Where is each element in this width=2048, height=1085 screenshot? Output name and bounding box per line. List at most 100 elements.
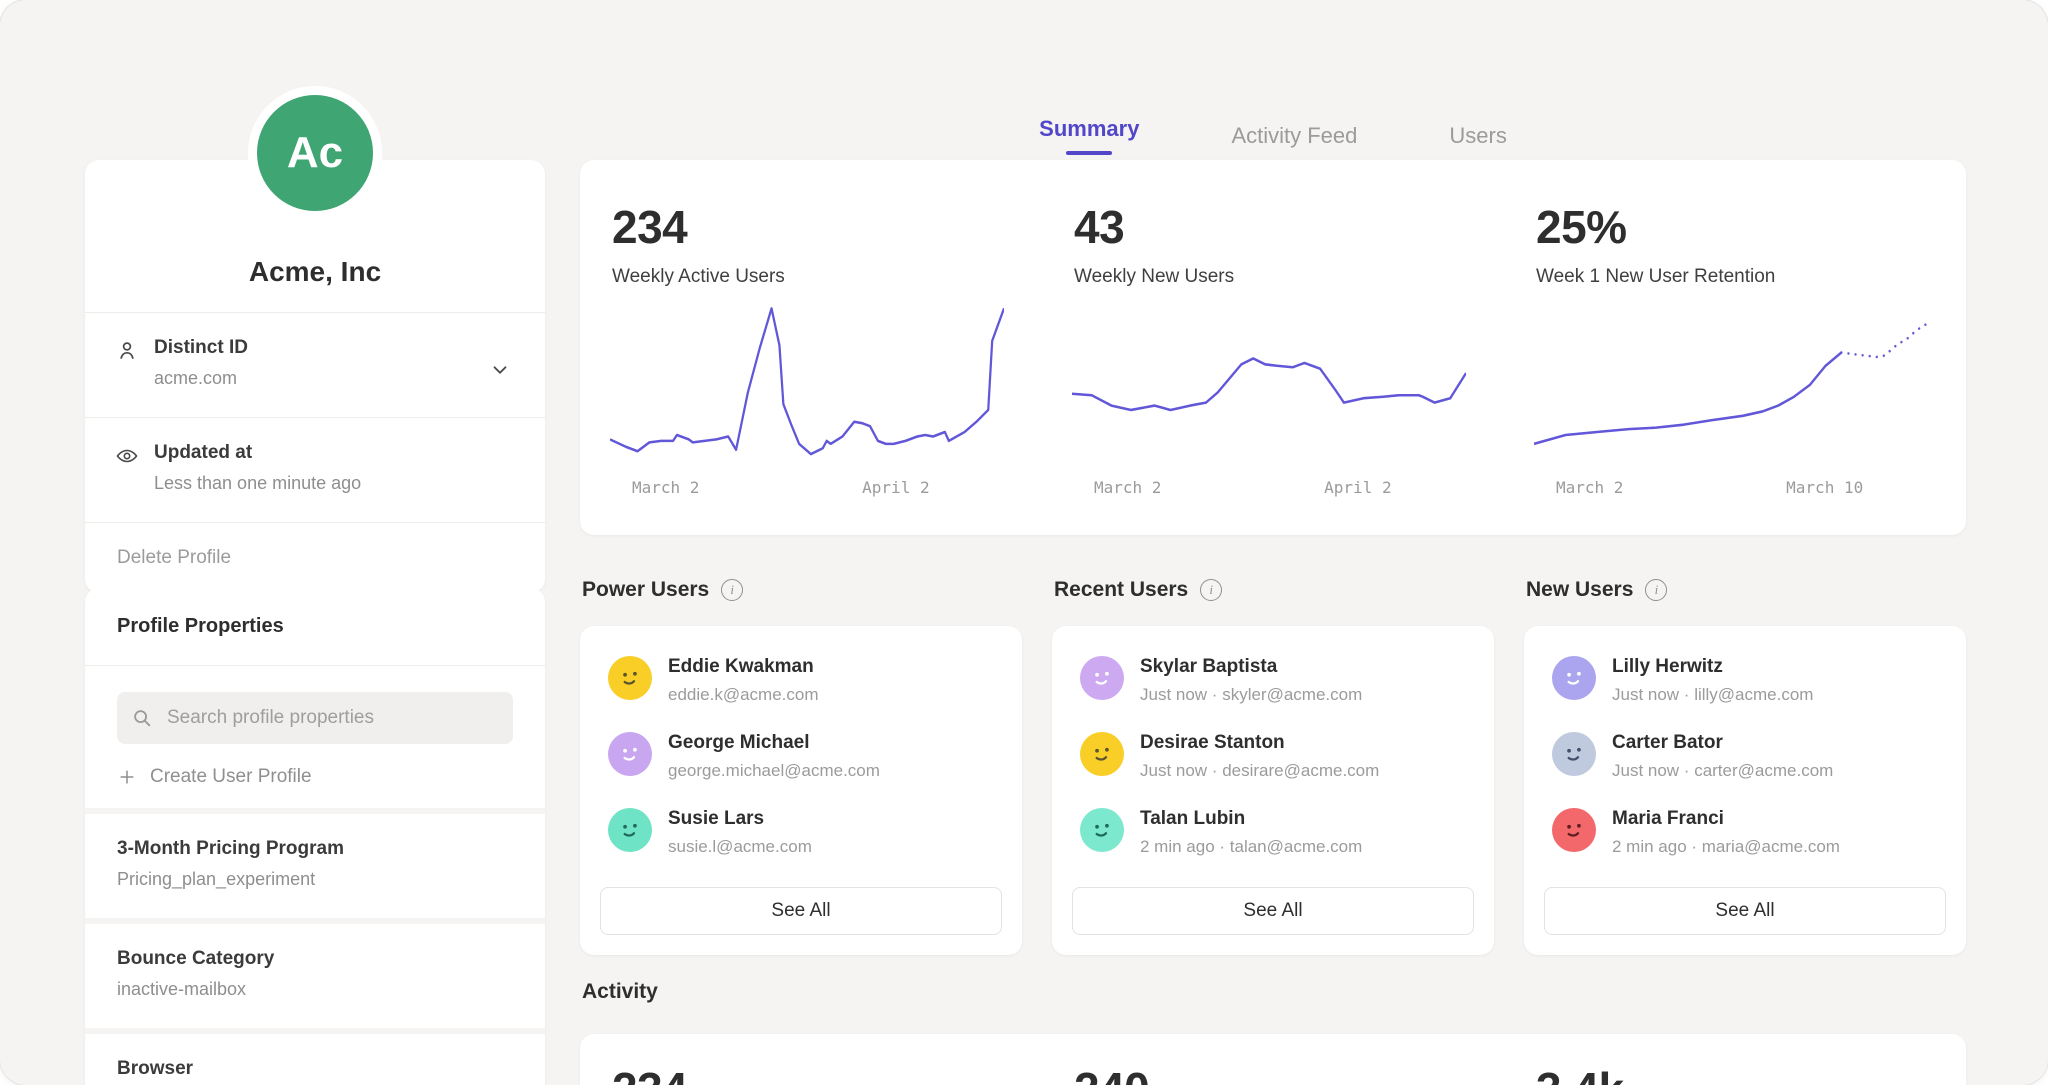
- company-avatar: Ac: [257, 95, 373, 211]
- axis-label-left: March 2: [1094, 478, 1161, 497]
- user-avatar: [1552, 732, 1596, 776]
- sparkline-chart: [1072, 302, 1466, 462]
- property-item[interactable]: 3-Month Pricing Program Pricing_plan_exp…: [85, 808, 545, 918]
- list-item[interactable]: George Michael george.michael@acme.com: [600, 732, 1002, 808]
- summary-stats-card: 234 Weekly Active Users March 2 April 2 …: [580, 160, 1966, 535]
- section-title: New Users: [1526, 578, 1633, 602]
- search-profile-properties[interactable]: [117, 692, 513, 744]
- chart-axis: March 2 April 2: [610, 478, 1004, 500]
- property-value: inactive-mailbox: [117, 979, 513, 1000]
- tab-activity-feed[interactable]: Activity Feed: [1231, 116, 1357, 155]
- list-item[interactable]: Eddie Kwakman eddie.k@acme.com: [600, 656, 1002, 732]
- info-icon[interactable]: i: [1200, 579, 1222, 601]
- see-all-button[interactable]: See All: [600, 887, 1002, 935]
- chart-axis: March 2 March 10: [1534, 478, 1928, 500]
- user-name[interactable]: George Michael: [668, 732, 880, 754]
- user-name[interactable]: Carter Bator: [1612, 732, 1833, 754]
- axis-label-right: April 2: [1324, 478, 1391, 497]
- tab-summary[interactable]: Summary: [1039, 116, 1139, 155]
- user-name[interactable]: Lilly Herwitz: [1612, 656, 1813, 678]
- create-user-profile-button[interactable]: Create User Profile: [117, 766, 513, 788]
- chevron-down-icon[interactable]: [489, 359, 511, 381]
- create-user-profile-label: Create User Profile: [150, 766, 312, 788]
- user-name[interactable]: Susie Lars: [668, 808, 812, 830]
- user-card: Skylar Baptista Just now · skyler@acme.c…: [1052, 626, 1494, 955]
- activity-stat-value: 234: [612, 1062, 1010, 1085]
- list-item[interactable]: Maria Franci 2 min ago · maria@acme.com: [1544, 808, 1946, 884]
- user-avatar: [608, 732, 652, 776]
- field-row-distinct-id: Distinct ID acme.com: [85, 312, 545, 417]
- stat-weekly-new-users: 43 Weekly New Users March 2 April 2: [1042, 160, 1504, 535]
- profile-card: Acme, Inc Distinct ID acme.com Updated a…: [85, 160, 545, 593]
- activity-stat-value: 3.4k: [1536, 1062, 1934, 1085]
- plus-icon: [117, 767, 137, 787]
- user-name[interactable]: Eddie Kwakman: [668, 656, 819, 678]
- user-meta: Just now · skyler@acme.com: [1140, 685, 1362, 705]
- user-meta: Just now · lilly@acme.com: [1612, 685, 1813, 705]
- user-meta: george.michael@acme.com: [668, 761, 880, 781]
- activity-title: Activity: [582, 980, 658, 1004]
- user-avatar: [1080, 732, 1124, 776]
- property-item[interactable]: Bounce Category inactive-mailbox: [85, 918, 545, 1028]
- stat-label: Week 1 New User Retention: [1536, 266, 1934, 288]
- user-avatar: [608, 808, 652, 852]
- stat-value: 25%: [1536, 200, 1934, 254]
- profile-properties-title: Profile Properties: [85, 588, 545, 666]
- search-icon: [131, 707, 153, 729]
- person-icon: [115, 339, 139, 363]
- stat-label: Weekly New Users: [1074, 266, 1472, 288]
- user-name[interactable]: Maria Franci: [1612, 808, 1840, 830]
- stat-week1-retention: 25% Week 1 New User Retention March 2 Ma…: [1504, 160, 1966, 535]
- app-window: Ac Acme, Inc Distinct ID acme.com: [0, 0, 2048, 1085]
- field-label: Updated at: [154, 442, 513, 464]
- user-meta: 2 min ago · maria@acme.com: [1612, 837, 1840, 857]
- new-users-section: New Users i Lilly Herwitz Just now · lil…: [1524, 578, 1966, 955]
- list-item[interactable]: Desirae Stanton Just now · desirare@acme…: [1072, 732, 1474, 808]
- list-item[interactable]: Carter Bator Just now · carter@acme.com: [1544, 732, 1946, 808]
- list-item[interactable]: Skylar Baptista Just now · skyler@acme.c…: [1072, 656, 1474, 732]
- power-users-section: Power Users i Eddie Kwakman eddie.k@acme…: [580, 578, 1022, 955]
- recent-users-section: Recent Users i Skylar Baptista Just now …: [1052, 578, 1494, 955]
- property-name: Browser: [117, 1058, 513, 1080]
- user-card: Lilly Herwitz Just now · lilly@acme.com …: [1524, 626, 1966, 955]
- axis-label-right: April 2: [862, 478, 929, 497]
- see-all-button[interactable]: See All: [1544, 887, 1946, 935]
- property-item[interactable]: Browser Chrome: [85, 1028, 545, 1085]
- chart-axis: March 2 April 2: [1072, 478, 1466, 500]
- info-icon[interactable]: i: [1645, 579, 1667, 601]
- user-avatar: [1552, 656, 1596, 700]
- user-lists-row: Power Users i Eddie Kwakman eddie.k@acme…: [580, 578, 1966, 955]
- user-meta: Just now · desirare@acme.com: [1140, 761, 1379, 781]
- info-icon[interactable]: i: [721, 579, 743, 601]
- user-name[interactable]: Desirae Stanton: [1140, 732, 1379, 754]
- property-name: 3-Month Pricing Program: [117, 838, 513, 860]
- property-name: Bounce Category: [117, 948, 513, 970]
- stat-weekly-active-users: 234 Weekly Active Users March 2 April 2: [580, 160, 1042, 535]
- tab-users[interactable]: Users: [1449, 116, 1506, 155]
- user-avatar: [1080, 656, 1124, 700]
- stat-value: 234: [612, 200, 1010, 254]
- delete-profile-button[interactable]: Delete Profile: [85, 522, 545, 593]
- stat-value: 43: [1074, 200, 1472, 254]
- axis-label-left: March 2: [632, 478, 699, 497]
- user-avatar: [1552, 808, 1596, 852]
- profile-properties-card: Profile Properties Create User Profile 3…: [85, 588, 545, 1085]
- list-item[interactable]: Talan Lubin 2 min ago · talan@acme.com: [1072, 808, 1474, 884]
- field-label: Distinct ID: [154, 337, 513, 359]
- axis-label-right: March 10: [1786, 478, 1863, 497]
- user-avatar: [608, 656, 652, 700]
- user-avatar: [1080, 808, 1124, 852]
- user-meta: susie.l@acme.com: [668, 837, 812, 857]
- list-item[interactable]: Susie Lars susie.l@acme.com: [600, 808, 1002, 884]
- property-value: Pricing_plan_experiment: [117, 869, 513, 890]
- search-input[interactable]: [165, 706, 499, 730]
- stat-label: Weekly Active Users: [612, 266, 1010, 288]
- user-name[interactable]: Skylar Baptista: [1140, 656, 1362, 678]
- sparkline-chart: [610, 302, 1004, 462]
- sparkline-chart: [1534, 302, 1928, 462]
- field-value: acme.com: [154, 368, 513, 389]
- list-item[interactable]: Lilly Herwitz Just now · lilly@acme.com: [1544, 656, 1946, 732]
- see-all-button[interactable]: See All: [1072, 887, 1474, 935]
- user-name[interactable]: Talan Lubin: [1140, 808, 1362, 830]
- section-title: Power Users: [582, 578, 709, 602]
